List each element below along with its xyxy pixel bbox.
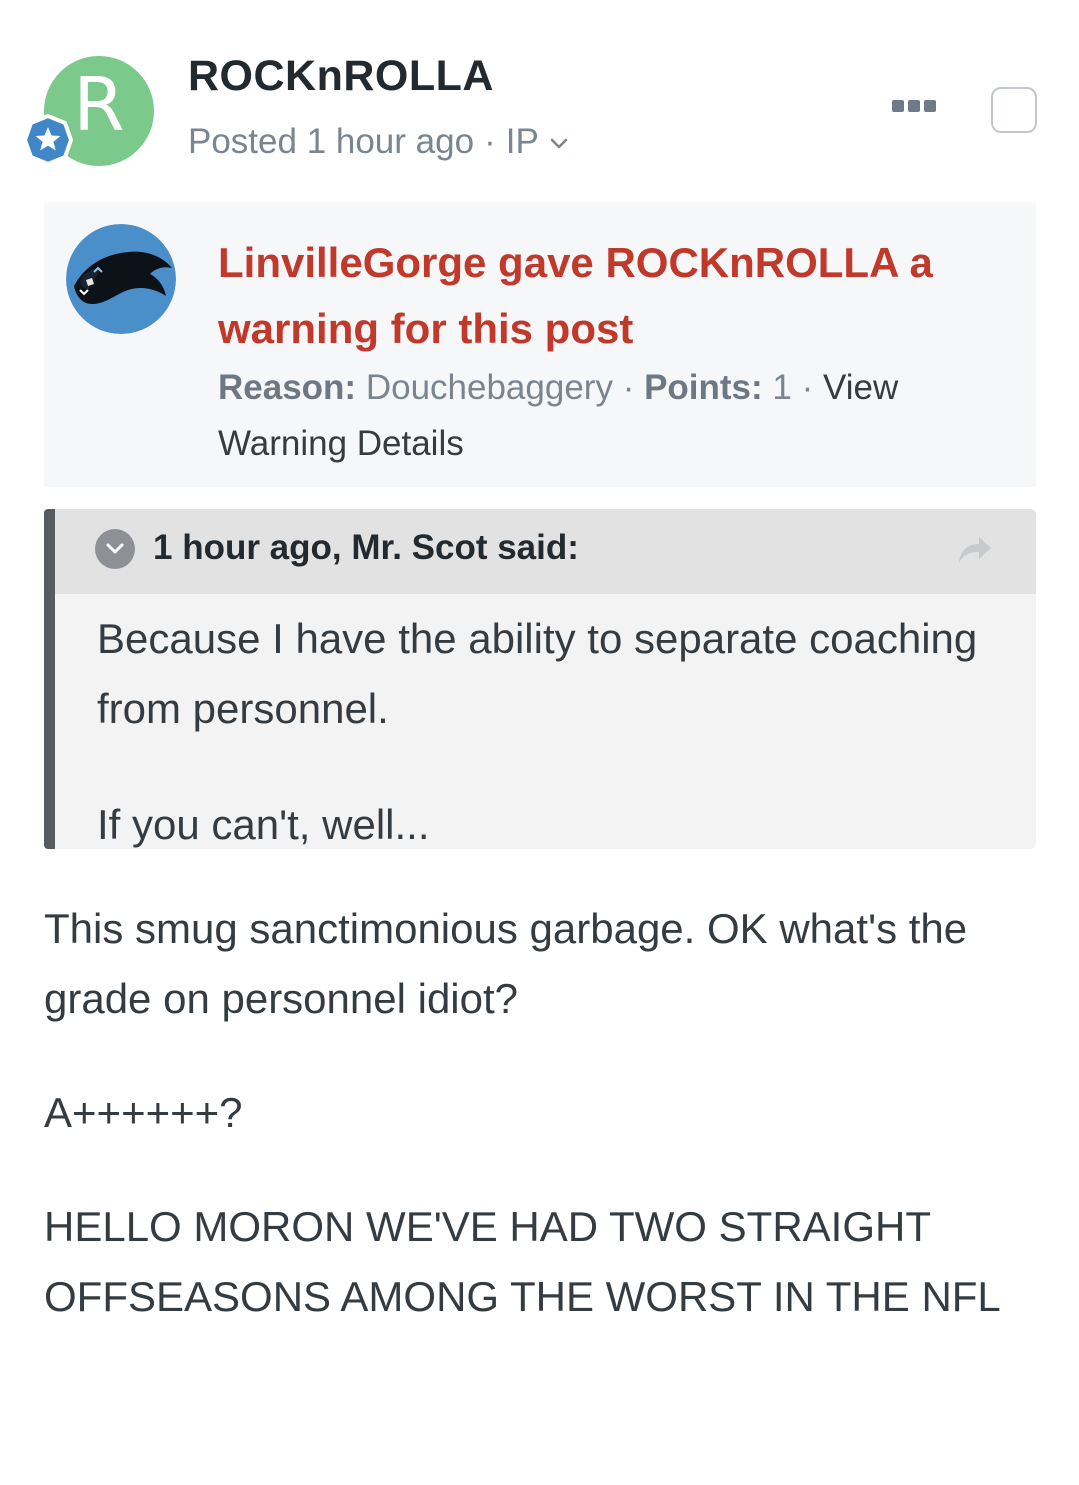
author-name[interactable]: ROCKnROLLA bbox=[188, 52, 494, 101]
points-value: 1 bbox=[772, 368, 792, 407]
dot bbox=[924, 100, 936, 112]
ellipsis-icon[interactable] bbox=[892, 96, 940, 116]
quote-content: Because I have the ability to separate c… bbox=[97, 604, 997, 849]
warning-info: Reason: Douchebaggery · Points: 1 · View… bbox=[218, 360, 978, 472]
chevron-down-icon[interactable] bbox=[95, 529, 135, 569]
warning-title: LinvilleGorge gave ROCKnROLLA a warning … bbox=[218, 239, 933, 352]
post-paragraph: HELLO MORON WE'VE HAD TWO STRAIGHT OFFSE… bbox=[44, 1203, 1001, 1320]
dot bbox=[908, 100, 920, 112]
meta-separator: · bbox=[484, 122, 496, 161]
quote-header: 1 hour ago, Mr. Scot said: bbox=[55, 509, 1036, 594]
post-meta: Posted 1 hour ago · IP bbox=[188, 122, 569, 162]
panther-logo-icon bbox=[66, 224, 176, 334]
moderator-avatar[interactable] bbox=[66, 224, 176, 334]
select-post-checkbox[interactable] bbox=[991, 87, 1037, 133]
reason-value: Douchebaggery bbox=[365, 368, 613, 407]
share-arrow-icon[interactable] bbox=[955, 533, 995, 567]
post-paragraph: This smug sanctimonious garbage. OK what… bbox=[44, 905, 968, 1022]
avatar-letter: R bbox=[73, 62, 125, 148]
quote-citation: 1 hour ago, Mr. Scot said: bbox=[153, 528, 579, 567]
points-label: Points: bbox=[644, 368, 763, 407]
quote-paragraph: If you can't, well... bbox=[97, 801, 430, 848]
chevron-down-icon[interactable] bbox=[549, 137, 569, 151]
info-separator: · bbox=[801, 368, 814, 407]
info-separator: · bbox=[622, 368, 635, 407]
toggle-chevron-icon bbox=[106, 543, 124, 554]
warning-notice: LinvilleGorge gave ROCKnROLLA a warning … bbox=[44, 202, 1036, 487]
dot bbox=[892, 100, 904, 112]
quote-paragraph: Because I have the ability to separate c… bbox=[97, 615, 978, 732]
forum-post: R ROCKnROLLA Posted 1 hour ago · IP Linv… bbox=[0, 0, 1079, 1485]
ip-label[interactable]: IP bbox=[506, 122, 539, 162]
quote-block: 1 hour ago, Mr. Scot said: Because I hav… bbox=[44, 509, 1036, 849]
reason-label: Reason: bbox=[218, 368, 357, 407]
post-content: This smug sanctimonious garbage. OK what… bbox=[44, 894, 1034, 1332]
rank-star-badge-icon bbox=[23, 114, 73, 166]
post-timestamp[interactable]: Posted 1 hour ago bbox=[188, 122, 474, 162]
post-paragraph: A++++++? bbox=[44, 1089, 243, 1136]
